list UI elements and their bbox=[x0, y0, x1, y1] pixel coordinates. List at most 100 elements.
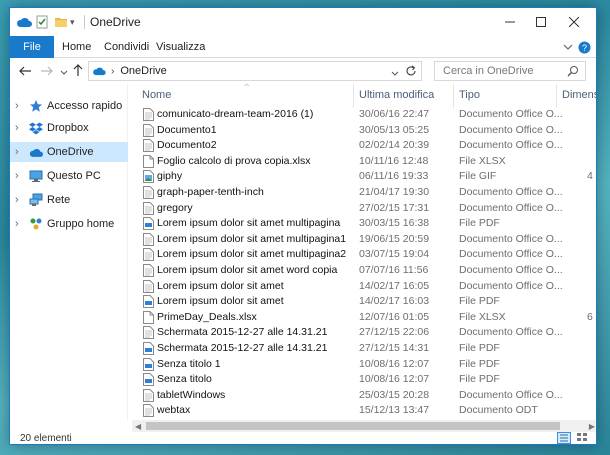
document-icon bbox=[143, 279, 154, 293]
qat-new-folder-icon[interactable] bbox=[54, 14, 68, 30]
qat-properties-icon[interactable] bbox=[35, 14, 49, 30]
sidebar-item-quick-access[interactable]: › Accesso rapido bbox=[10, 96, 128, 116]
horizontal-scrollbar[interactable]: ◀ ▶ bbox=[132, 420, 596, 432]
file-type: Documento Office O... bbox=[459, 326, 563, 339]
expand-chevron-icon[interactable]: › bbox=[15, 100, 23, 112]
navigation-pane: › Accesso rapido › Dropbox › OneDrive › bbox=[10, 84, 128, 420]
file-row[interactable]: graph-paper-tenth-inch 21/04/17 19:30 Docu… bbox=[132, 185, 596, 201]
file-name: webtax bbox=[157, 404, 191, 417]
file-row[interactable]: gregory 27/02/15 17:31 Documento Office O.… bbox=[132, 201, 596, 217]
tab-share[interactable]: Condividi bbox=[104, 36, 149, 58]
file-row[interactable]: tabletWindows 25/03/15 20:28 Documento Off… bbox=[132, 388, 596, 404]
sidebar-item-onedrive[interactable]: › OneDrive bbox=[10, 142, 128, 162]
breadcrumb-chevron-icon[interactable]: › bbox=[111, 66, 114, 77]
file-row[interactable]: Documento1 30/05/13 05:25 Documento Office… bbox=[132, 123, 596, 139]
maximize-button[interactable] bbox=[526, 8, 556, 36]
refresh-icon[interactable] bbox=[405, 65, 417, 80]
file-row[interactable]: Foglio calcolo di prova copia.xlsx 10/11/… bbox=[132, 154, 596, 170]
file-row[interactable]: comunicato-dream-team-2016 (1) 30/06/16 2… bbox=[132, 107, 596, 123]
sidebar-item-homegroup[interactable]: › Gruppo home bbox=[10, 214, 128, 234]
column-divider[interactable] bbox=[453, 84, 454, 108]
up-arrow-icon[interactable] bbox=[72, 63, 84, 80]
ribbon-expand-icon[interactable] bbox=[563, 36, 573, 58]
back-arrow-icon[interactable] bbox=[18, 64, 32, 81]
sidebar-item-dropbox[interactable]: › Dropbox bbox=[10, 118, 128, 138]
tab-home[interactable]: Home bbox=[62, 36, 91, 58]
file-type: File XLSX bbox=[459, 154, 506, 167]
column-divider[interactable] bbox=[353, 84, 354, 108]
file-row[interactable]: giphy 06/11/16 19:33 File GIF 4 bbox=[132, 169, 596, 185]
file-row[interactable]: Documento2 02/02/14 20:39 Documento Office… bbox=[132, 138, 596, 154]
help-icon[interactable]: ? bbox=[578, 36, 591, 58]
tab-file[interactable]: File bbox=[10, 36, 54, 58]
sidebar-item-label: Accesso rapido bbox=[47, 100, 123, 112]
sidebar-item-label: OneDrive bbox=[47, 146, 94, 158]
address-bar[interactable]: › OneDrive bbox=[88, 61, 422, 81]
scroll-right-icon[interactable]: ▶ bbox=[589, 422, 595, 431]
close-button[interactable] bbox=[559, 8, 589, 36]
file-row[interactable]: Lorem ipsum dolor sit amet 14/02/17 16:03… bbox=[132, 294, 596, 310]
document-icon bbox=[143, 232, 154, 246]
file-row[interactable]: Lorem ipsum dolor sit amet multipagina 30… bbox=[132, 216, 596, 232]
file-name: Lorem ipsum dolor sit amet multipagina2 bbox=[157, 248, 347, 261]
search-icon[interactable] bbox=[567, 65, 579, 80]
recent-locations-icon[interactable] bbox=[60, 66, 68, 80]
ribbon-tabs: File Home Condividi Visualizza ? bbox=[10, 36, 596, 58]
column-divider[interactable] bbox=[556, 84, 557, 108]
file-row[interactable]: Senza titolo 1 10/08/16 12:07 File PDF bbox=[132, 357, 596, 373]
title-bar[interactable]: ▾ OneDrive bbox=[10, 8, 596, 36]
column-header-name[interactable]: Nome bbox=[142, 84, 352, 106]
address-dropdown-icon[interactable] bbox=[391, 67, 399, 81]
file-row[interactable]: Lorem ipsum dolor sit amet word copia 07/… bbox=[132, 263, 596, 279]
scroll-left-icon[interactable]: ◀ bbox=[135, 422, 141, 431]
file-row[interactable]: Schermata 2015-12-27 alle 14.31.21 27/12/… bbox=[132, 325, 596, 341]
file-modified: 10/11/16 12:48 bbox=[359, 154, 429, 167]
dropbox-icon bbox=[29, 121, 43, 135]
column-header-type[interactable]: Tipo bbox=[459, 84, 559, 106]
pdf-file-icon bbox=[143, 342, 154, 355]
document-icon bbox=[143, 264, 154, 277]
sidebar-item-label: Dropbox bbox=[47, 122, 89, 134]
file-type: File PDF bbox=[459, 295, 500, 308]
file-row[interactable]: webtax 15/12/13 13:47 Documento ODT bbox=[132, 403, 596, 419]
minimize-button[interactable] bbox=[495, 8, 525, 36]
search-input[interactable]: Cerca in OneDrive bbox=[434, 61, 586, 81]
expand-chevron-icon[interactable]: › bbox=[15, 170, 23, 182]
tab-view[interactable]: Visualizza bbox=[156, 36, 205, 58]
file-row[interactable]: Schermata 2015-12-27 alle 14.31.21 27/12/… bbox=[132, 341, 596, 357]
file-type: Documento ODT bbox=[459, 404, 538, 417]
file-type: File PDF bbox=[459, 373, 500, 386]
file-row[interactable]: Lorem ipsum dolor sit amet multipagina1 1… bbox=[132, 232, 596, 248]
sidebar-item-network[interactable]: › Rete bbox=[10, 190, 128, 210]
expand-chevron-icon[interactable]: › bbox=[15, 218, 23, 230]
file-type: Documento Office O... bbox=[459, 108, 563, 120]
expand-chevron-icon[interactable]: › bbox=[15, 122, 23, 134]
column-header-modified[interactable]: Ultima modifica bbox=[359, 84, 457, 106]
file-modified: 14/02/17 16:03 bbox=[359, 295, 430, 308]
homegroup-icon bbox=[29, 217, 43, 231]
forward-arrow-icon[interactable] bbox=[40, 64, 54, 81]
file-row[interactable]: Lorem ipsum dolor sit amet 14/02/17 16:05… bbox=[132, 279, 596, 295]
file-name: PrimeDay_Deals.xlsx bbox=[157, 310, 257, 323]
sidebar-item-this-pc[interactable]: › Questo PC bbox=[10, 166, 128, 186]
file-row[interactable]: Lorem ipsum dolor sit amet multipagina2 0… bbox=[132, 247, 596, 263]
file-row[interactable]: Senza titolo 10/08/16 12:07 File PDF bbox=[132, 372, 596, 388]
cloud-icon bbox=[29, 145, 43, 159]
file-name: Lorem ipsum dolor sit amet multipagina bbox=[157, 217, 341, 230]
breadcrumb[interactable]: OneDrive bbox=[120, 65, 166, 77]
scrollbar-thumb[interactable] bbox=[146, 422, 560, 430]
file-name: Lorem ipsum dolor sit amet word copia bbox=[157, 264, 338, 276]
file-name: Schermata 2015-12-27 alle 14.31.21 bbox=[157, 342, 328, 354]
expand-chevron-icon[interactable]: › bbox=[15, 194, 23, 206]
file-modified: 10/08/16 12:07 bbox=[359, 357, 430, 370]
details-view-icon[interactable] bbox=[557, 432, 571, 444]
qat-dropdown-icon[interactable]: ▾ bbox=[70, 14, 75, 30]
file-type: Documento Office O... bbox=[459, 248, 563, 261]
file-row[interactable]: PrimeDay_Deals.xlsx 12/07/16 01:05 File XL… bbox=[132, 310, 596, 326]
file-type: Documento Office O... bbox=[459, 264, 563, 276]
file-type: Documento Office O... bbox=[459, 123, 563, 136]
expand-chevron-icon[interactable]: › bbox=[15, 146, 23, 158]
file-name: gregory bbox=[157, 201, 193, 214]
column-header-size[interactable]: Dimensi bbox=[562, 84, 596, 106]
large-icons-view-icon[interactable] bbox=[576, 432, 590, 444]
